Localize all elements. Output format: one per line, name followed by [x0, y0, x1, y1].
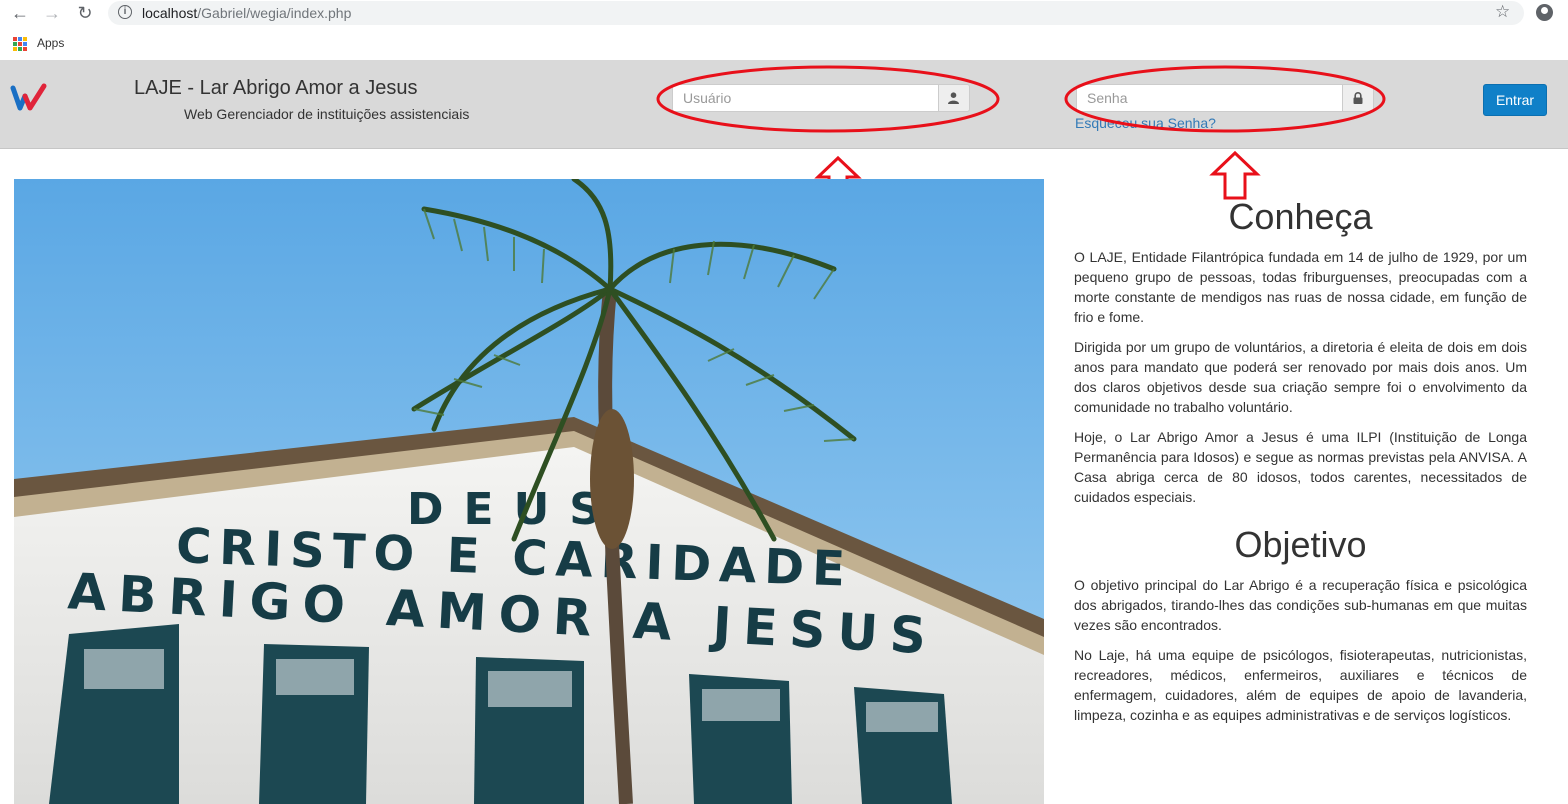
site-subtitle: Web Gerenciador de instituições assisten… [184, 106, 470, 122]
password-input[interactable] [1076, 84, 1342, 112]
apps-bookmark[interactable]: Apps [37, 36, 64, 50]
bookmarks-bar: Apps [0, 32, 1568, 56]
about-paragraph: Dirigida por um grupo de voluntários, a … [1074, 339, 1527, 415]
annotation-up-arrow-password [1209, 150, 1261, 200]
forgot-password-link[interactable]: Esqueceu sua Senha? [1075, 115, 1216, 131]
site-header: LAJE - Lar Abrigo Amor a Jesus Web Geren… [0, 60, 1568, 149]
address-bar[interactable]: i localhost/Gabriel/wegia/index.php [108, 1, 1524, 25]
lock-icon [1341, 84, 1374, 112]
browser-toolbar: ← → ↻ i localhost/Gabriel/wegia/index.ph… [0, 0, 1568, 26]
hero-photo: DEUS CRISTO E CARIDADE ABRIGO AMOR A JES… [14, 179, 1044, 804]
info-section: Conheça O LAJE, Entidade Filantrópica fu… [1074, 196, 1527, 735]
username-input-group [672, 84, 970, 112]
password-input-group [1076, 84, 1374, 112]
about-paragraph: Hoje, o Lar Abrigo Amor a Jesus é uma IL… [1074, 429, 1527, 505]
reload-icon[interactable]: ↻ [75, 3, 95, 23]
login-button[interactable]: Entrar [1483, 84, 1547, 116]
forward-arrow-icon[interactable]: → [42, 3, 62, 23]
objective-heading: Objetivo [1234, 524, 1367, 565]
site-title: LAJE - Lar Abrigo Amor a Jesus [134, 77, 418, 99]
star-icon[interactable]: ☆ [1495, 2, 1510, 22]
profile-icon[interactable] [1536, 4, 1553, 21]
url-text: localhost/Gabriel/wegia/index.php [142, 5, 352, 21]
info-icon[interactable]: i [118, 5, 132, 19]
about-paragraph: O LAJE, Entidade Filantrópica fundada em… [1074, 249, 1527, 325]
wegia-logo[interactable] [10, 82, 50, 112]
objective-paragraph: O objetivo principal do Lar Abrigo é a r… [1074, 577, 1527, 633]
user-icon [937, 84, 970, 112]
username-input[interactable] [672, 84, 938, 112]
apps-grid-icon[interactable] [13, 37, 27, 51]
about-heading: Conheça [1228, 196, 1373, 237]
back-arrow-icon[interactable]: ← [10, 3, 30, 23]
objective-paragraph: No Laje, há uma equipe de psicólogos, fi… [1074, 647, 1527, 723]
